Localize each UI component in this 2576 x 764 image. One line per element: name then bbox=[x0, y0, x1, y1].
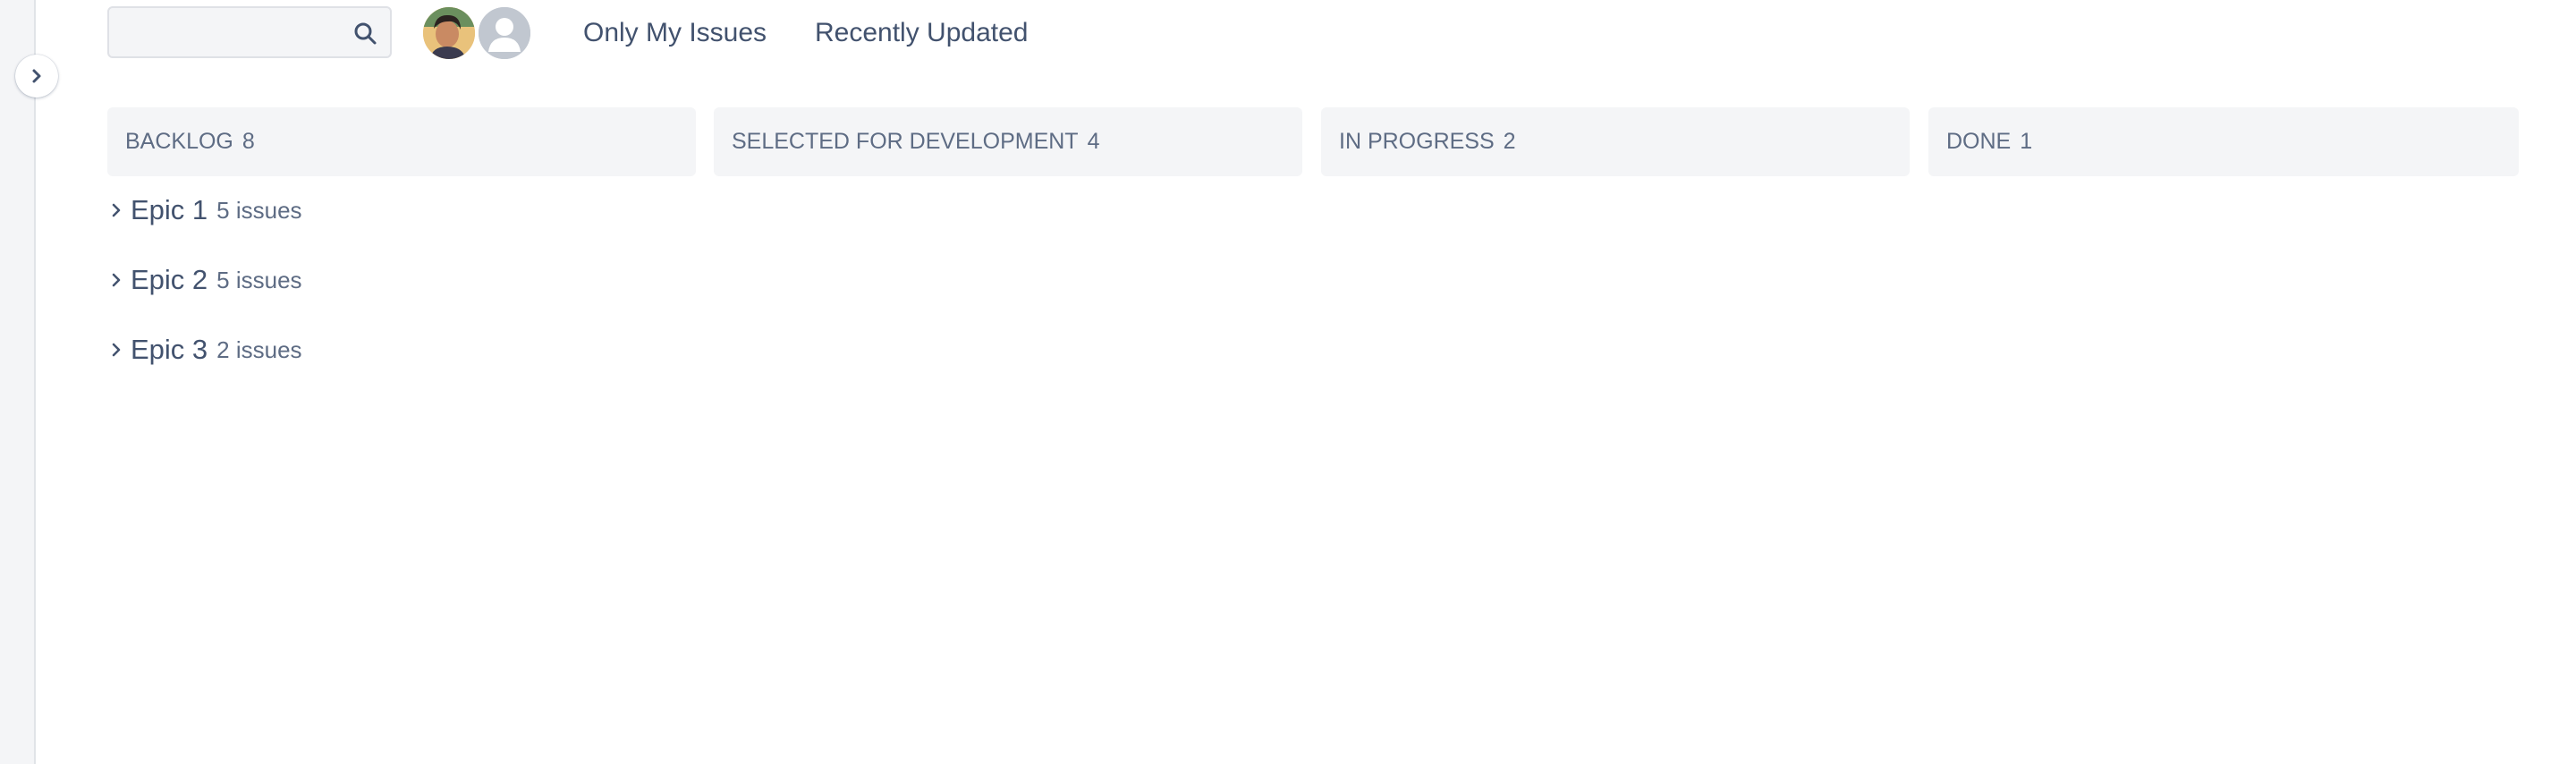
search-input[interactable] bbox=[118, 8, 345, 58]
chevron-right-icon bbox=[107, 201, 125, 219]
column-header-done: DONE 1 bbox=[1928, 107, 2519, 176]
left-sidebar-rail bbox=[0, 0, 36, 764]
epic-name: Epic 1 bbox=[131, 194, 208, 225]
quick-filter-only-my-issues[interactable]: Only My Issues bbox=[583, 16, 767, 50]
column-header-in-progress: IN PROGRESS 2 bbox=[1321, 107, 1910, 176]
column-title: BACKLOG bbox=[125, 129, 233, 154]
chevron-right-icon bbox=[107, 271, 125, 289]
column-header-backlog: BACKLOG 8 bbox=[107, 107, 696, 176]
column-title: IN PROGRESS bbox=[1339, 129, 1495, 154]
column-title: DONE bbox=[1946, 129, 2012, 154]
epic-name: Epic 2 bbox=[131, 264, 208, 295]
epic-swimlane-toggle[interactable]: Epic 2 5 issues bbox=[107, 259, 302, 301]
search-field[interactable] bbox=[107, 6, 392, 58]
column-issue-count: 1 bbox=[2020, 129, 2033, 154]
column-issue-count: 4 bbox=[1087, 129, 1100, 154]
unassigned-avatar[interactable] bbox=[476, 4, 533, 62]
chevron-right-icon bbox=[107, 341, 125, 359]
epic-name: Epic 3 bbox=[131, 334, 208, 365]
epic-issue-count: 5 issues bbox=[216, 196, 302, 224]
epic-swimlane-toggle[interactable]: Epic 3 2 issues bbox=[107, 329, 302, 370]
epic-swimlane-toggle[interactable]: Epic 1 5 issues bbox=[107, 190, 302, 231]
column-issue-count: 8 bbox=[242, 129, 255, 154]
user-avatar-photo[interactable] bbox=[420, 4, 478, 62]
column-issue-count: 2 bbox=[1503, 129, 1516, 154]
epic-issue-count: 5 issues bbox=[216, 266, 302, 293]
epic-issue-count: 2 issues bbox=[216, 335, 302, 363]
user-photo-icon bbox=[423, 7, 475, 59]
column-header-selected-for-development: SELECTED FOR DEVELOPMENT 4 bbox=[714, 107, 1302, 176]
column-title: SELECTED FOR DEVELOPMENT bbox=[732, 129, 1079, 154]
quick-filter-recently-updated[interactable]: Recently Updated bbox=[815, 16, 1028, 50]
chevron-right-icon bbox=[32, 69, 41, 83]
search-icon bbox=[354, 22, 377, 45]
sidebar-expand-button[interactable] bbox=[15, 55, 58, 98]
default-user-icon bbox=[479, 7, 530, 59]
